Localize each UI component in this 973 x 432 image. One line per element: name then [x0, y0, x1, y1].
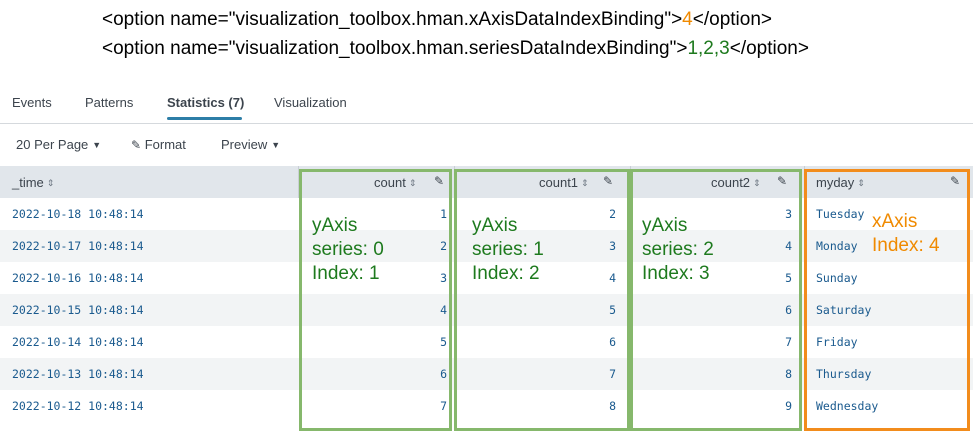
tab-visualization[interactable]: Visualization — [274, 95, 347, 110]
sort-icon: ⇕ — [46, 178, 55, 188]
time-cell[interactable]: 2022-10-14 10:48:14 — [12, 335, 144, 349]
code-suffix: </option> — [729, 38, 809, 59]
caret-down-icon: ▼ — [271, 140, 281, 150]
time-cell[interactable]: 2022-10-15 10:48:14 — [12, 303, 144, 317]
time-cell[interactable]: 2022-10-13 10:48:14 — [12, 367, 144, 381]
column-header-time[interactable]: _time ⇕ — [12, 175, 54, 190]
highlight-box-series-1 — [454, 169, 630, 431]
format-label: Format — [144, 137, 186, 152]
code-prefix: <option name="visualization_toolbox.hman… — [102, 9, 683, 30]
per-page-label: 20 Per Page — [16, 137, 89, 152]
annotation-series-1: yAxis series: 1 Index: 2 — [472, 215, 544, 284]
caret-down-icon: ▼ — [92, 140, 102, 150]
tab-patterns[interactable]: Patterns — [85, 95, 133, 110]
preview-label: Preview — [221, 137, 268, 152]
tab-events[interactable]: Events — [12, 95, 52, 110]
code-value: 1,2,3 — [687, 38, 730, 59]
pencil-icon: ✎ — [131, 138, 142, 152]
column-header-label: _time — [12, 175, 44, 190]
time-cell[interactable]: 2022-10-12 10:48:14 — [12, 399, 144, 413]
highlight-box-series-0 — [299, 169, 452, 431]
annotation-series-0: yAxis series: 0 Index: 1 — [312, 215, 384, 284]
code-value: 4 — [682, 9, 693, 30]
tab-statistics[interactable]: Statistics (7) — [167, 95, 244, 110]
time-cell[interactable]: 2022-10-16 10:48:14 — [12, 271, 144, 285]
code-line-series-binding: <option name="visualization_toolbox.hman… — [102, 38, 809, 60]
time-cell[interactable]: 2022-10-17 10:48:14 — [12, 239, 144, 253]
results-toolbar: 20 Per Page ▼ ✎ Format Preview ▼ — [0, 128, 973, 164]
format-button[interactable]: ✎ Format — [131, 137, 186, 152]
code-suffix: </option> — [692, 9, 772, 30]
highlight-box-x-axis — [804, 169, 970, 431]
annotation-x-axis: xAxis Index: 4 — [872, 211, 940, 256]
results-tabs: Events Patterns Statistics (7) Visualiza… — [0, 88, 973, 124]
code-line-x-axis-binding: <option name="visualization_toolbox.hman… — [102, 9, 772, 31]
code-prefix: <option name="visualization_toolbox.hman… — [102, 38, 688, 59]
per-page-dropdown[interactable]: 20 Per Page ▼ — [16, 137, 101, 152]
time-cell[interactable]: 2022-10-18 10:48:14 — [12, 207, 144, 221]
annotation-series-2: yAxis series: 2 Index: 3 — [642, 215, 714, 284]
preview-dropdown[interactable]: Preview ▼ — [221, 137, 280, 152]
active-tab-indicator — [167, 117, 242, 120]
highlight-box-series-2 — [630, 169, 802, 431]
